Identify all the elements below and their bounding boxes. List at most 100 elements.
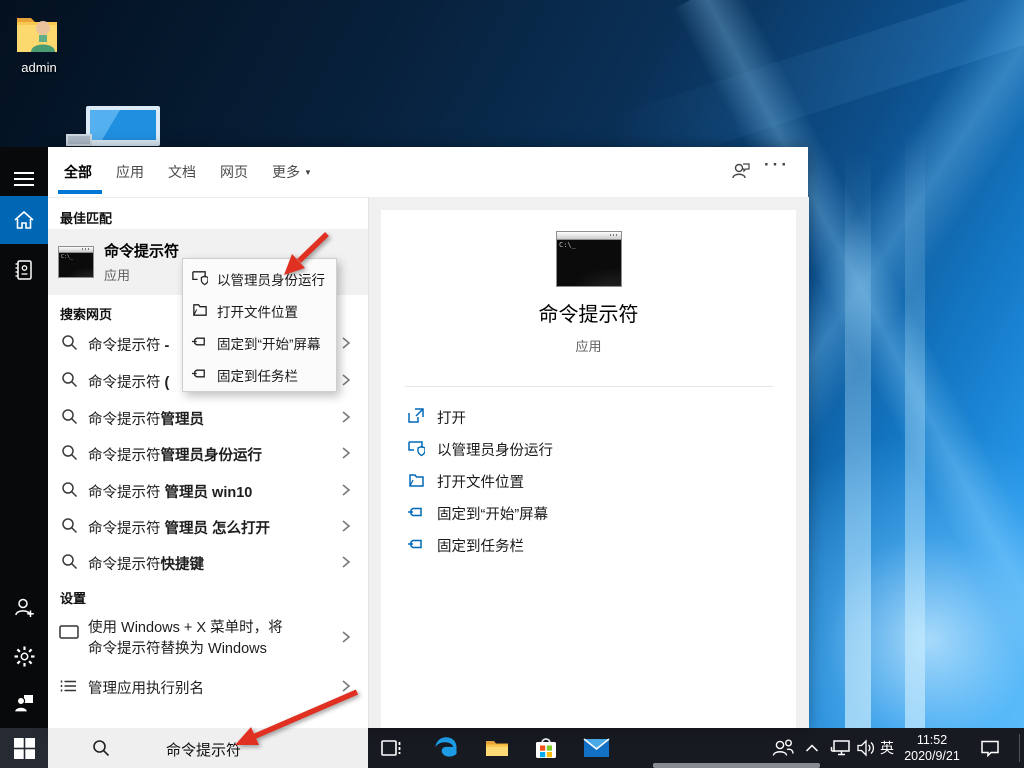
suggestion-row[interactable]: 命令提示符快捷键 [48,544,368,581]
chevron-up-icon [805,743,819,753]
home-icon [13,210,35,230]
speaker-icon [856,739,876,757]
pin-icon [407,535,425,553]
store-button[interactable] [526,728,566,768]
preview-action-run-as-admin[interactable]: 以管理员身份运行 [381,432,796,464]
search-icon [61,481,78,498]
suggestion-row[interactable]: 命令提示符 管理员 win10 [48,472,368,509]
settings-row-aliases[interactable]: 管理应用执行别名 [48,668,368,705]
folder-location-icon [191,301,208,318]
mail-button[interactable] [576,728,616,768]
search-icon [61,553,78,570]
preview-title: 命令提示符 [381,298,796,327]
preview-action-pin-to-taskbar[interactable]: 固定到任务栏 [381,528,796,560]
people-icon [771,738,795,758]
task-view-button[interactable] [371,728,411,768]
tray-show-hidden-button[interactable] [798,728,826,768]
rail-add-account-button[interactable] [0,584,48,632]
best-match-type: 应用 [104,265,130,284]
suggestion-row[interactable]: 命令提示符管理员身份运行 [48,435,368,472]
list-icon [60,677,77,694]
tray-clock[interactable]: 11:52 2020/9/21 [897,732,967,764]
search-icon [61,334,78,351]
section-search-web: 搜索网页 [60,304,112,323]
menu-pin-to-taskbar[interactable]: 固定到任务栏 [183,357,334,389]
desktop-icon-admin[interactable]: admin [10,8,68,78]
divider [405,386,773,387]
settings-row-winx[interactable]: 使用 Windows + X 菜单时，将命令提示符替换为 Windows [48,612,368,662]
context-menu: 以管理员身份运行 打开文件位置 固定到“开始”屏幕 固定到任务栏 [182,258,337,392]
show-desktop-button[interactable] [1019,734,1020,762]
preview-action-open-file-location[interactable]: 打开文件位置 [381,464,796,496]
search-input-value: 命令提示符 [166,739,241,760]
suggestion-row[interactable]: 命令提示符管理员 [48,399,368,436]
user-account-icon[interactable] [730,160,752,182]
search-rail [0,147,48,728]
tab-documents[interactable]: 文档 [168,162,196,182]
cmd-app-icon-small: C:\_ [58,246,94,278]
scrollbar-artifact[interactable] [653,763,820,768]
edge-icon [433,735,459,761]
open-icon [407,407,425,425]
active-tab-underline [58,190,102,194]
search-icon [61,408,78,425]
chevron-right-icon[interactable] [341,679,351,693]
chevron-right-icon[interactable] [341,630,351,644]
rail-settings-button[interactable] [0,632,48,680]
menu-open-file-location[interactable]: 打开文件位置 [183,293,334,325]
wallpaper-beam [905,130,925,750]
ime-language-label: 英 [880,738,894,758]
search-icon [61,371,78,388]
pin-icon [191,333,208,350]
suggestion-row[interactable]: 命令提示符 管理员 怎么打开 [48,508,368,545]
folder-icon [484,736,510,760]
folder-user-icon [13,10,65,58]
chevron-right-icon[interactable] [341,336,351,350]
section-settings: 设置 [60,588,86,607]
search-icon [61,444,78,461]
desktop-icon-this-pc[interactable] [64,104,174,150]
start-button[interactable] [0,728,48,768]
tab-all[interactable]: 全部 [64,162,92,182]
rail-home-button[interactable] [0,196,48,244]
preview-card: C:\_ 命令提示符 应用 打开 以管理员身份运行 [381,210,796,728]
chevron-right-icon[interactable] [341,373,351,387]
preview-subtitle: 应用 [381,336,796,355]
menu-run-as-admin[interactable]: 以管理员身份运行 [183,261,334,293]
more-options-icon[interactable]: ··· [764,155,790,175]
file-explorer-button[interactable] [477,728,517,768]
hamburger-icon [14,172,34,186]
person-add-icon [13,597,35,619]
cmd-app-icon-large: C:\_ [556,231,622,287]
journal-icon [13,259,35,281]
chevron-right-icon[interactable] [341,555,351,569]
preview-action-pin-to-start[interactable]: 固定到“开始”屏幕 [381,496,796,528]
menu-pin-to-start[interactable]: 固定到“开始”屏幕 [183,325,334,357]
rail-journal-button[interactable] [0,246,48,294]
gear-icon [13,645,36,668]
chevron-right-icon[interactable] [341,519,351,533]
preview-action-open[interactable]: 打开 [381,400,796,432]
tab-apps[interactable]: 应用 [116,162,144,182]
tab-more[interactable]: 更多▼ [272,162,312,182]
rail-feedback-button[interactable] [0,680,48,728]
action-center-button[interactable] [972,728,1008,768]
chevron-right-icon[interactable] [341,483,351,497]
search-flyout: 全部 应用 文档 网页 更多▼ ··· C:\_ 命令提示符 应用 [48,147,808,728]
run-as-admin-icon [407,439,425,457]
pin-icon [407,503,425,521]
network-icon [830,738,852,758]
tab-web[interactable]: 网页 [220,162,248,182]
best-match-title: 命令提示符 [104,240,179,261]
pin-icon [191,365,208,382]
search-icon [92,739,110,757]
chevron-right-icon[interactable] [341,410,351,424]
clock-time: 11:52 [897,732,967,748]
edge-button[interactable] [426,728,466,768]
tray-people-button[interactable] [765,728,801,768]
chevron-right-icon[interactable] [341,446,351,460]
computer-icon [64,104,174,150]
taskbar-search-box[interactable]: 命令提示符 [48,728,368,768]
search-icon [61,517,78,534]
window-icon [59,624,79,640]
